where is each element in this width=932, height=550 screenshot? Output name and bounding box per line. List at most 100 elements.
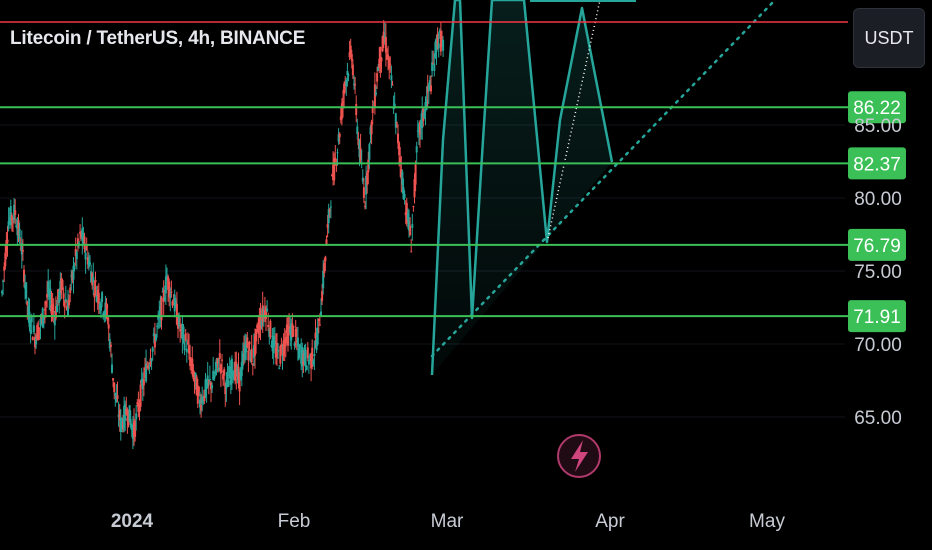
candle-body <box>94 279 97 283</box>
candle-body <box>442 39 445 51</box>
candle-body <box>266 308 269 312</box>
pattern-top-label <box>530 0 636 2</box>
candle-body <box>412 206 415 208</box>
time-axis[interactable]: 2024 Feb Mar Apr May <box>111 511 786 532</box>
level-badge-label: 71.91 <box>853 307 901 328</box>
candle-body <box>170 291 173 293</box>
y-tick-label: 75.00 <box>854 262 902 283</box>
candle-body <box>85 245 88 251</box>
lightning-icon[interactable] <box>557 434 601 478</box>
candle-body <box>318 324 321 326</box>
candle-body <box>267 324 270 328</box>
candle-body <box>116 395 119 400</box>
candle-body <box>376 73 379 82</box>
y-tick-label: 80.00 <box>854 189 902 210</box>
x-tick-label: 2024 <box>111 511 154 532</box>
x-tick-label: Feb <box>278 511 311 532</box>
candle-body <box>351 64 354 76</box>
candle-body <box>109 344 112 347</box>
candle-body <box>113 382 116 393</box>
x-tick-label: May <box>749 511 785 532</box>
candle-body <box>14 210 17 215</box>
candle-body <box>89 262 91 265</box>
candle-body <box>223 369 226 376</box>
candle-body <box>83 236 86 250</box>
y-tick-label: 70.00 <box>854 335 902 356</box>
candle-body <box>433 63 436 71</box>
y-tick-label: 65.00 <box>854 408 902 429</box>
candle-body <box>250 348 253 363</box>
candle-body <box>355 104 358 116</box>
candle-body <box>393 103 396 107</box>
pattern-area <box>432 0 612 375</box>
trendlines <box>0 0 848 358</box>
candle-body <box>324 256 327 262</box>
currency-button[interactable]: USDT <box>853 8 925 68</box>
candle-body <box>84 252 87 260</box>
level-badge-label: 82.37 <box>853 154 901 175</box>
price-chart[interactable]: 86.2282.3776.7971.91 65.0070.0075.0080.0… <box>0 0 932 550</box>
candle-body <box>208 378 211 380</box>
candle-body <box>430 85 432 92</box>
candle-body <box>347 74 350 76</box>
candle-body <box>78 242 80 244</box>
symbol-title: Litecoin / TetherUS, 4h, BINANCE <box>10 28 306 49</box>
candle-body <box>185 348 188 353</box>
candle-body <box>338 133 341 138</box>
candle-body <box>375 92 377 95</box>
candle-body <box>362 187 365 198</box>
candle-body <box>304 350 307 367</box>
candle-body <box>107 324 110 329</box>
candle-body <box>305 365 308 371</box>
candle-body <box>6 239 9 243</box>
candle-body <box>56 304 58 313</box>
candle-body <box>395 122 398 124</box>
candle-body <box>75 251 78 260</box>
candle-body <box>390 75 393 81</box>
candle-body <box>139 384 142 407</box>
candle-body <box>111 364 113 373</box>
candle-body <box>25 282 28 299</box>
candle-body <box>101 292 104 302</box>
candle-body <box>415 146 418 153</box>
candle-body <box>197 387 200 392</box>
candle-body <box>30 317 33 323</box>
candle-body <box>151 347 154 352</box>
candle-body <box>62 293 65 299</box>
candle-body <box>368 144 371 160</box>
candle-body <box>354 84 357 86</box>
candle-body <box>292 326 295 328</box>
candle-body <box>211 385 214 389</box>
candle-body <box>184 333 187 340</box>
candle-body <box>61 280 64 288</box>
pattern-fill <box>432 0 612 375</box>
candle-body <box>31 337 34 341</box>
candle-body <box>21 250 24 252</box>
candle-body <box>414 164 417 185</box>
candle-body <box>403 193 406 199</box>
candle-body <box>380 57 383 62</box>
candle-body <box>269 320 272 337</box>
y-tick-label: 85.00 <box>854 116 902 137</box>
x-tick-label: Mar <box>431 511 464 532</box>
candle-body <box>227 380 230 387</box>
candle-body <box>391 84 394 86</box>
candle-body <box>142 379 145 386</box>
candle-body <box>277 349 280 352</box>
candle-body <box>248 341 251 345</box>
candle-body <box>183 342 186 351</box>
chart-grid <box>0 124 845 418</box>
candle-body <box>182 326 185 333</box>
candle-body <box>329 206 332 208</box>
candle-body <box>278 367 281 369</box>
candle-body <box>32 325 35 333</box>
candle-body <box>389 64 392 66</box>
candle-body <box>437 43 440 49</box>
candle-body <box>247 350 250 361</box>
candle-body <box>218 353 221 359</box>
candle-body <box>73 267 76 269</box>
candle-body <box>313 354 316 357</box>
level-badge-label: 76.79 <box>853 236 901 257</box>
candle-body <box>410 251 413 253</box>
candle-body <box>221 359 223 361</box>
